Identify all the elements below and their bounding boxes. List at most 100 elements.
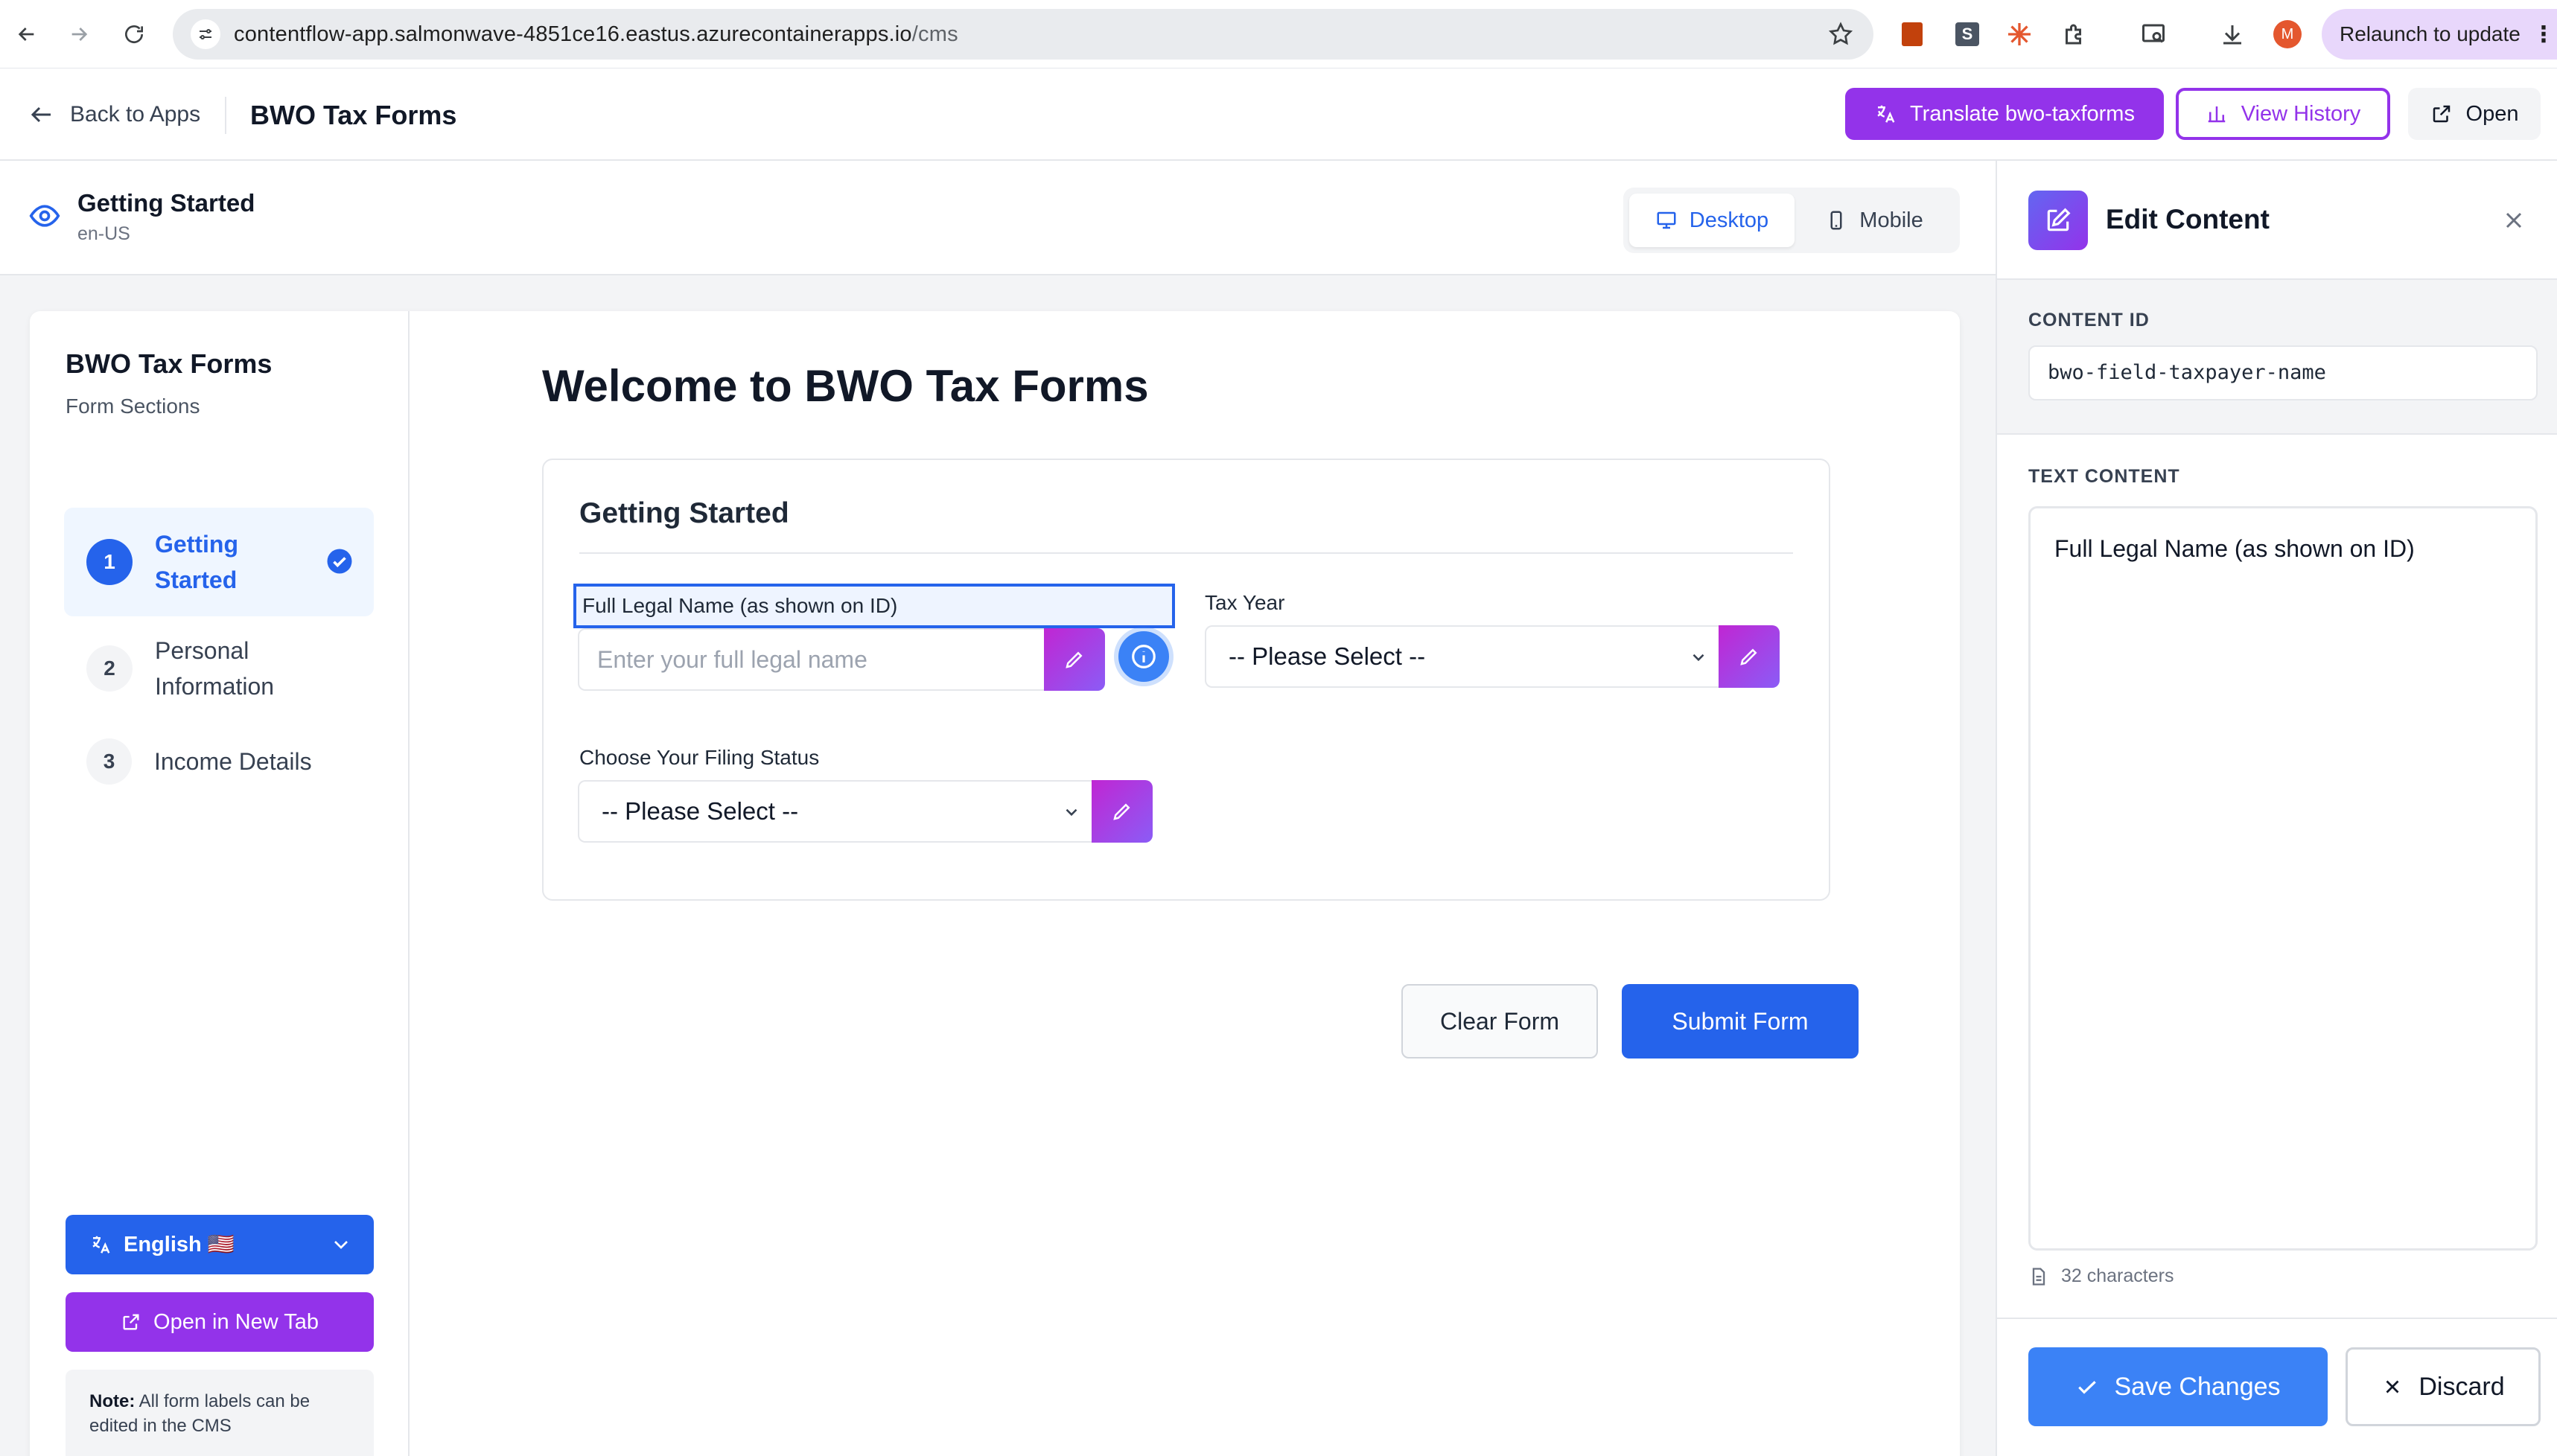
extension-s-icon[interactable]: S (1951, 18, 1984, 51)
char-count-text: 32 characters (2061, 1265, 2174, 1286)
cms-note: Note: All form labels can be edited in t… (66, 1370, 374, 1456)
bookmark-star-icon[interactable] (1827, 21, 1854, 48)
external-link-icon (2433, 105, 2450, 123)
discard-button[interactable]: Discard (2346, 1347, 2541, 1426)
step-number: 2 (86, 645, 133, 692)
browser-toolbar: contentflow-app.salmonwave-4851ce16.east… (0, 0, 2557, 68)
browser-forward-icon[interactable] (60, 15, 98, 54)
filing-status-select[interactable]: -- Please Select -- (578, 780, 1092, 843)
close-icon[interactable] (2500, 207, 2527, 234)
content-id-section: CONTENT ID bwo-field-taxpayer-name (1997, 280, 2557, 435)
step-label: Personal Information (155, 637, 275, 700)
filing-status-label: Choose Your Filing Status (579, 746, 820, 769)
tax-year-value: -- Please Select -- (1229, 642, 1426, 670)
preview-page-title: Getting Started (77, 189, 255, 217)
save-label: Save Changes (2114, 1372, 2281, 1401)
section-title: Getting Started (579, 497, 789, 529)
open-in-new-tab-button[interactable]: Open in New Tab (66, 1292, 374, 1352)
header-divider (225, 97, 226, 134)
address-bar[interactable]: contentflow-app.salmonwave-4851ce16.east… (173, 9, 1873, 60)
step-number: 1 (86, 539, 133, 585)
form-sidebar-subtitle: Form Sections (66, 395, 200, 418)
step-getting-started[interactable]: 1 Getting Started (64, 508, 374, 616)
open-label: Open (2465, 101, 2519, 126)
edit-panel-footer: Save Changes Discard (1997, 1318, 2557, 1456)
history-label: View History (2241, 101, 2361, 126)
step-label: Getting Started (155, 531, 238, 593)
content-id-field: bwo-field-taxpayer-name (2028, 345, 2538, 400)
open-button[interactable]: Open (2408, 88, 2541, 140)
pencil-icon (1740, 648, 1757, 665)
submit-form-button[interactable]: Submit Form (1622, 984, 1859, 1059)
app-title: BWO Tax Forms (250, 100, 457, 130)
tab-search-icon[interactable] (2137, 18, 2170, 51)
smartphone-icon (1830, 211, 1842, 230)
close-icon (2386, 1380, 2399, 1393)
clear-form-button[interactable]: Clear Form (1401, 984, 1598, 1059)
edit-tax-year-button[interactable] (1719, 625, 1780, 688)
edit-panel-header: Edit Content (1997, 161, 2557, 280)
browser-back-icon[interactable] (7, 15, 46, 54)
save-changes-button[interactable]: Save Changes (2028, 1347, 2328, 1426)
translate-button[interactable]: Translate bwo-taxforms (1845, 88, 2164, 140)
mobile-toggle-button[interactable]: Mobile (1795, 194, 1954, 247)
language-select[interactable]: English 🇺🇸 (66, 1215, 374, 1274)
filing-status-value: -- Please Select -- (602, 797, 799, 825)
profile-avatar[interactable]: M (2271, 18, 2304, 51)
info-button[interactable] (1118, 631, 1169, 682)
check-circle-icon (327, 549, 352, 574)
check-icon (2078, 1381, 2097, 1394)
extensions-puzzle-icon[interactable] (2058, 18, 2091, 51)
external-link-icon (123, 1314, 139, 1330)
step-income-details[interactable]: 3 Income Details (64, 728, 374, 795)
bar-chart-icon (2208, 106, 2225, 123)
chevron-down-icon (1066, 808, 1077, 817)
preview-frame: BWO Tax Forms Form Sections 1 Getting St… (30, 311, 1960, 1456)
form-card: Getting Started Full Legal Name (as show… (542, 459, 1830, 901)
mobile-label: Mobile (1859, 208, 1923, 232)
step-label: Income Details (153, 748, 312, 775)
character-count: 32 characters (2028, 1265, 2174, 1287)
back-to-apps-link[interactable]: Back to Apps (28, 95, 200, 134)
pencil-icon (1066, 651, 1083, 668)
text-content-textarea[interactable]: Full Legal Name (as shown on ID) (2028, 506, 2538, 1251)
download-icon[interactable] (2216, 18, 2249, 51)
arrow-left-icon (31, 106, 51, 123)
edit-square-icon (2028, 191, 2088, 250)
step-personal-information[interactable]: 2 Personal Information (64, 615, 374, 722)
edit-full-name-button[interactable] (1044, 628, 1105, 691)
browser-reload-icon[interactable] (115, 15, 153, 54)
full-name-input[interactable]: Enter your full legal name (578, 628, 1044, 691)
extension-red-icon[interactable] (1896, 18, 1929, 51)
extension-sparkle-icon[interactable] (2003, 18, 2036, 51)
full-name-label-selected[interactable]: Full Legal Name (as shown on ID) (573, 584, 1175, 628)
discard-label: Discard (2419, 1372, 2505, 1401)
tax-year-select[interactable]: -- Please Select -- (1205, 625, 1719, 688)
pencil-icon (1113, 803, 1130, 820)
app-header: Back to Apps BWO Tax Forms Translate bwo… (0, 68, 2557, 161)
view-history-button[interactable]: View History (2176, 88, 2390, 140)
edit-filing-status-button[interactable] (1092, 780, 1153, 843)
form-main-title: Welcome to BWO Tax Forms (542, 361, 1149, 411)
back-label: Back to Apps (70, 102, 201, 127)
step-number: 3 (86, 738, 132, 785)
translate-icon (92, 1236, 110, 1254)
preview-canvas: BWO Tax Forms Form Sections 1 Getting St… (0, 275, 1996, 1456)
chevron-down-icon (1693, 654, 1704, 662)
relaunch-button[interactable]: Relaunch to update ⋮ (2322, 9, 2557, 60)
site-settings-icon[interactable] (191, 19, 220, 49)
translate-label: Translate bwo-taxforms (1910, 101, 2135, 126)
open-new-tab-label: Open in New Tab (153, 1309, 319, 1334)
form-sidebar: BWO Tax Forms Form Sections 1 Getting St… (30, 311, 410, 1456)
relaunch-label: Relaunch to update (2340, 22, 2521, 45)
text-content-label: TEXT CONTENT (2028, 466, 2180, 487)
more-menu-icon[interactable]: ⋮ (2532, 22, 2555, 48)
language-label: English 🇺🇸 (124, 1233, 235, 1257)
desktop-toggle-button[interactable]: Desktop (1629, 194, 1795, 247)
edit-panel-title: Edit Content (2106, 204, 2270, 234)
eye-icon (29, 205, 60, 227)
file-text-icon (2032, 1267, 2045, 1286)
note-bold: Note: (89, 1391, 136, 1411)
form-sidebar-title: BWO Tax Forms (66, 348, 273, 379)
monitor-icon (1657, 211, 1676, 229)
